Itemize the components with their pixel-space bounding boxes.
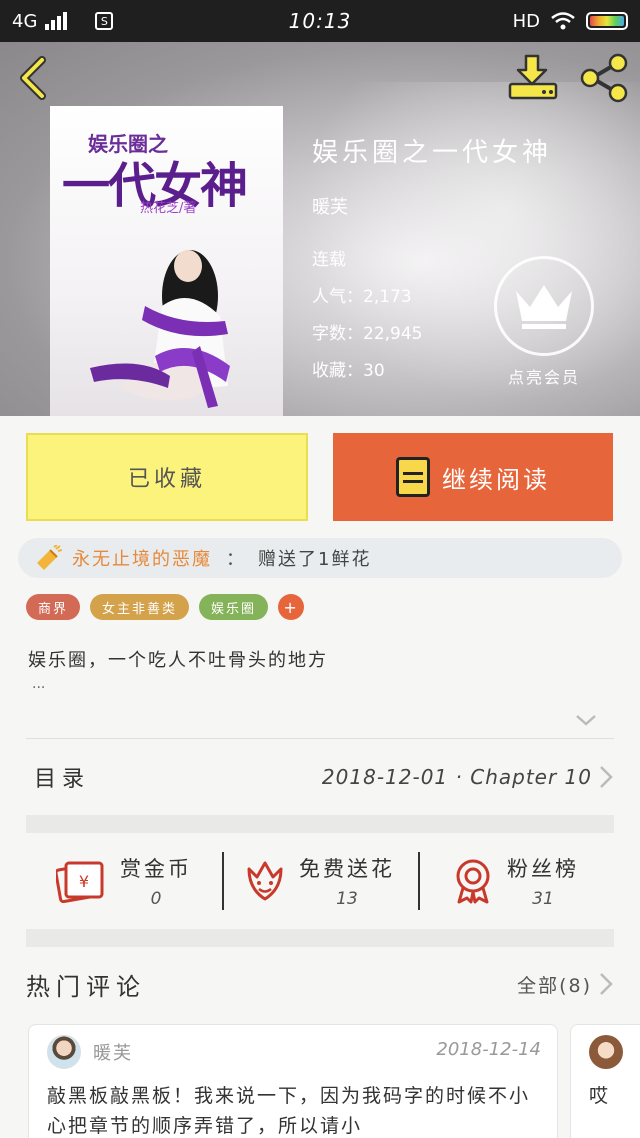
comment-card[interactable]: 哎 [570, 1024, 640, 1138]
comment-text: 哎 [589, 1085, 609, 1107]
stats-row: ¥ 赏金币 0 免费送花 13 粉丝榜 31 [26, 846, 614, 916]
cover-illustration [90, 250, 230, 408]
clock: 10:13 [288, 9, 352, 33]
book-author[interactable]: 暖芙 [312, 193, 552, 219]
table-of-contents-row[interactable]: 目录 2018-12-01 · Chapter 10 [26, 744, 614, 810]
avatar[interactable] [589, 1035, 623, 1069]
add-tag-button[interactable]: + [278, 594, 305, 620]
chevron-down-icon[interactable] [574, 710, 598, 730]
all-comments-link[interactable]: 全部(8) [517, 971, 592, 998]
flower-icon [247, 861, 283, 901]
book-cover[interactable]: 娱乐圈之 一代女神 热花芝/著 [50, 106, 283, 416]
medal-icon [456, 859, 490, 904]
fan-ranking-value: 31 [532, 889, 554, 909]
red-envelope-icon: ¥ [56, 861, 104, 903]
vip-button[interactable]: 点亮会员 [492, 256, 596, 388]
svg-text:¥: ¥ [79, 872, 89, 891]
avatar[interactable] [47, 1035, 81, 1069]
vip-label: 点亮会员 [507, 368, 580, 387]
chevron-right-icon [600, 766, 613, 788]
comment-username[interactable]: 暖芙 [93, 1039, 133, 1065]
gift-action: 赠送了1鲜花 [258, 549, 372, 570]
continue-reading-label: 继续阅读 [442, 465, 550, 494]
book-header: 娱乐圈之 一代女神 热花芝/著 娱乐圈之一代女神 暖芙 连载 人气：2,173 … [0, 42, 640, 416]
free-flowers-label: 免费送花 [299, 857, 395, 881]
comment-text: 敲黑板敲黑板！我来说一下，因为我码字的时候不小心把章节的顺序弄错了，所以请小 [47, 1085, 531, 1137]
reward-coins[interactable]: ¥ 赏金币 0 [26, 846, 222, 916]
gift-sender[interactable]: 永无止境的恶魔 [72, 545, 212, 571]
free-flowers[interactable]: 免费送花 13 [222, 846, 418, 916]
book-title: 娱乐圈之一代女神 [312, 138, 553, 168]
collected-button[interactable]: 已收藏 [26, 433, 308, 521]
fan-ranking[interactable]: 粉丝榜 31 [418, 846, 614, 916]
back-arrow-icon[interactable] [14, 56, 54, 100]
latest-chapter: 2018-12-01 · Chapter 10 [321, 765, 592, 789]
comments-header: 热门评论 全部(8) [26, 962, 614, 1006]
reward-coins-label: 赏金币 [120, 857, 192, 881]
status-bar: 4G S 10:13 HD [0, 0, 640, 42]
comments-heading: 热门评论 [26, 972, 146, 1001]
tag-entertainment[interactable]: 娱乐圈 [199, 594, 269, 620]
book-description: 娱乐圈，一个吃人不吐骨头的地方 [28, 650, 328, 671]
download-icon[interactable] [508, 54, 560, 102]
continue-reading-button[interactable]: 继续阅读 [333, 433, 613, 521]
share-icon[interactable] [578, 52, 630, 104]
megaphone-icon [37, 545, 62, 570]
tag-villain-heroine[interactable]: 女主非善类 [90, 594, 190, 620]
book-icon [396, 457, 430, 497]
tag-list: 商界 女主非善类 娱乐圈 + [26, 594, 305, 620]
toc-label: 目录 [34, 767, 91, 792]
description-ellipsis: ... [32, 676, 46, 692]
divider [26, 738, 614, 739]
free-flowers-value: 13 [336, 889, 358, 909]
tag-business[interactable]: 商界 [26, 594, 81, 620]
fan-ranking-label: 粉丝榜 [507, 857, 579, 881]
chevron-right-icon[interactable] [598, 971, 614, 997]
comment-card[interactable]: 暖芙 2018-12-14 敲黑板敲黑板！我来说一下，因为我码字的时候不小心把章… [28, 1024, 558, 1138]
gift-separator: ： [226, 549, 244, 570]
comment-date: 2018-12-14 [436, 1039, 541, 1060]
section-separator [26, 929, 614, 947]
section-separator [26, 815, 614, 833]
reward-coins-value: 0 [150, 889, 162, 909]
gift-notice: 永无止境的恶魔 ： 赠送了1鲜花 [18, 538, 622, 578]
crown-icon [516, 285, 572, 329]
